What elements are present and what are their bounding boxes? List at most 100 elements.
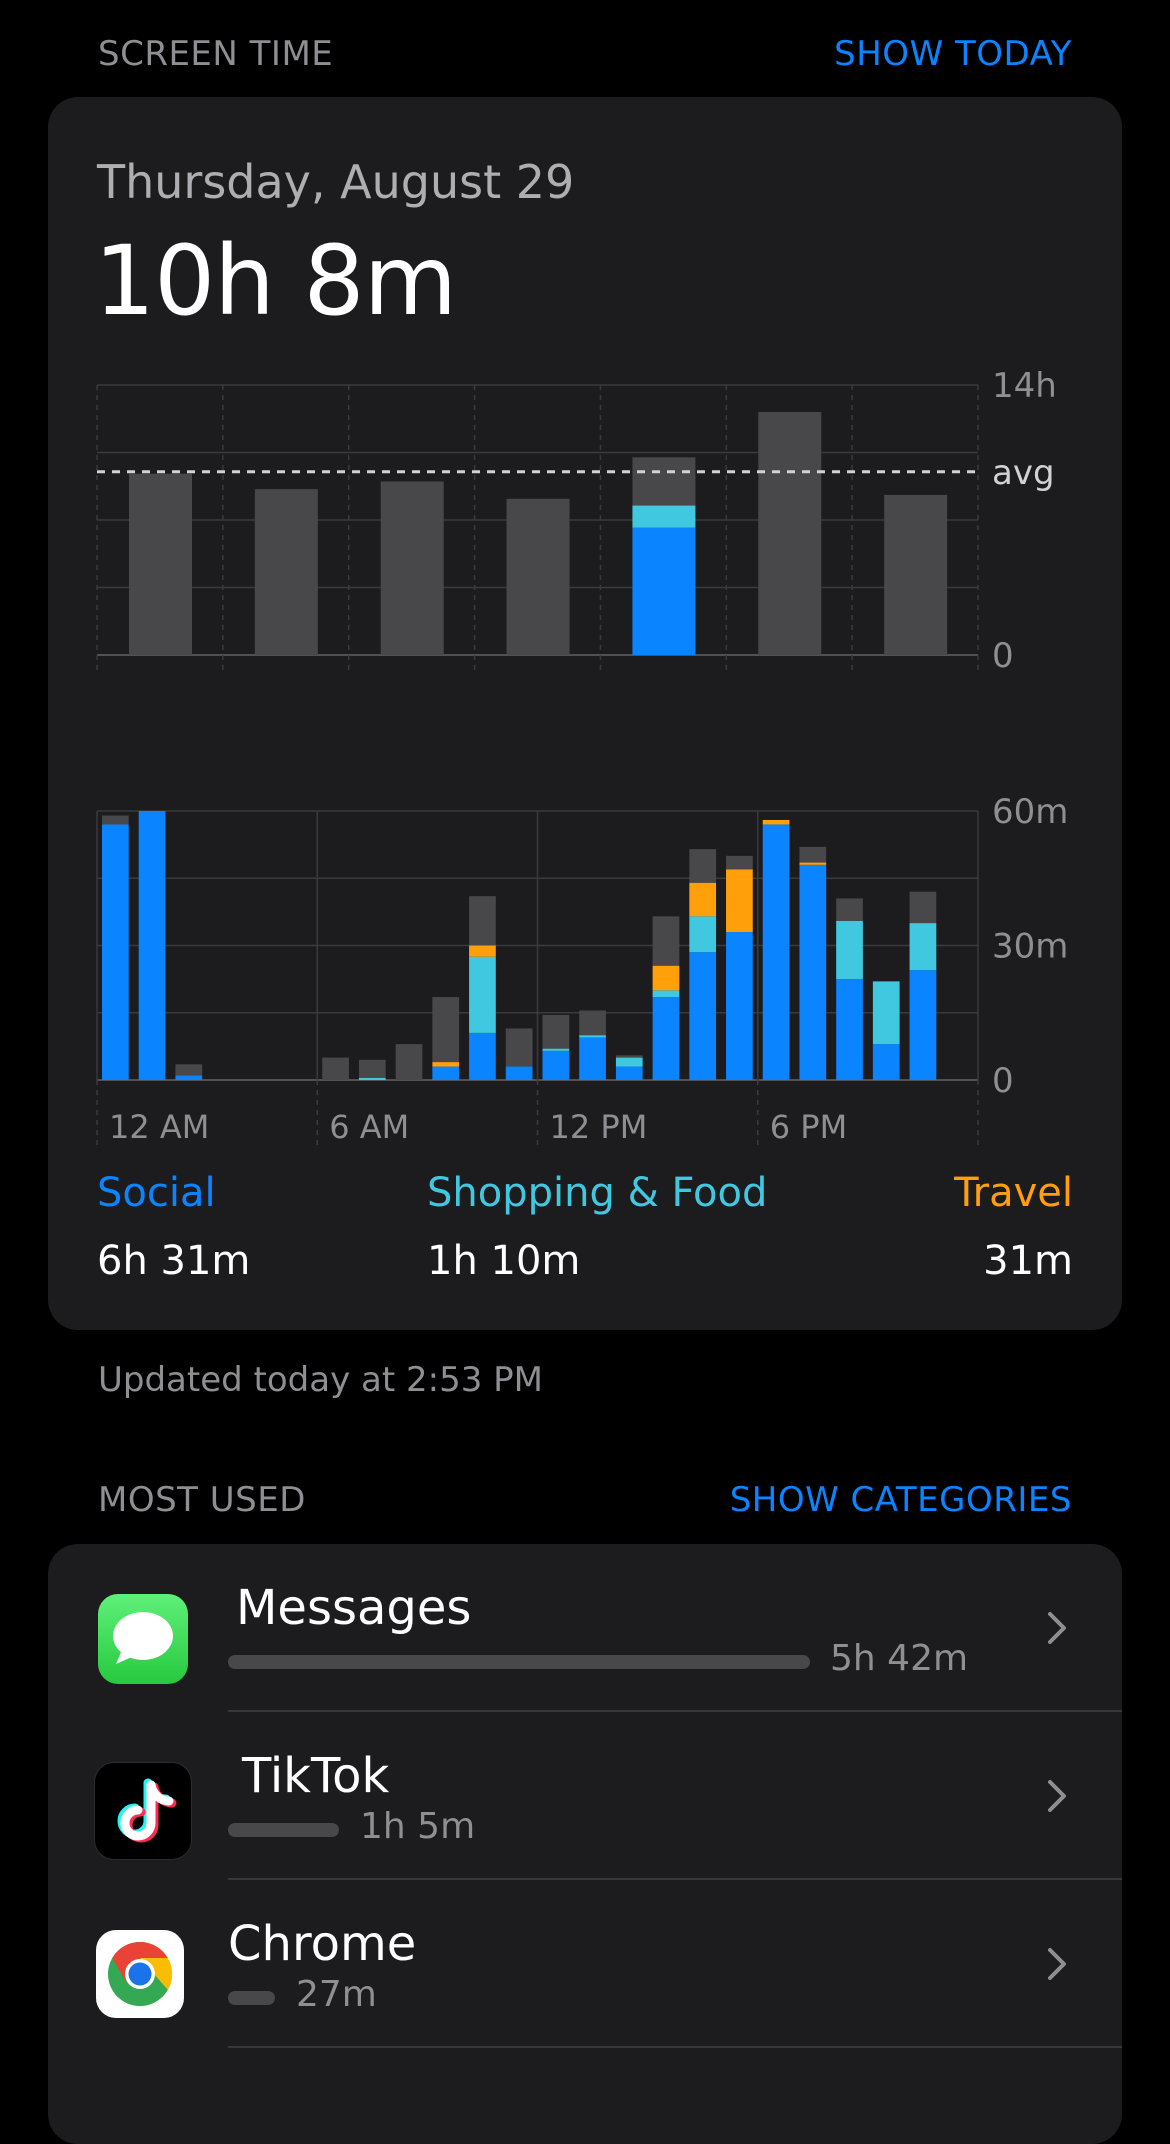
app-row-tiktok[interactable]: TikTok 1h 5m (48, 1712, 1122, 1880)
hourly-usage-chart[interactable]: 12 AM 6 AM 12 PM 6 PM 60m 30m 0 (48, 787, 1122, 1147)
bar-segment-shopping (632, 505, 696, 528)
bar-segment-social (102, 824, 129, 1080)
bar-segment-shopping (836, 920, 863, 980)
bar-segment-social (652, 997, 680, 1080)
chevron-right-icon (1048, 1612, 1066, 1644)
average-label: avg (992, 453, 1055, 493)
x-tick-label: 12 PM (550, 1108, 648, 1146)
most-used-header: MOST USED SHOW CATEGORIES (98, 1478, 1072, 1522)
bar-segment-shopping (909, 923, 937, 971)
bar-segment-social (632, 527, 696, 655)
bar-segment-other (469, 896, 496, 946)
bar-segment-social (579, 1037, 606, 1080)
y-tick-label: 0 (992, 636, 1014, 672)
bar-segment-other (615, 1055, 643, 1058)
bar-segment-other (726, 855, 753, 870)
bar-segment-travel (689, 882, 717, 917)
bar-segment-travel (762, 819, 790, 825)
usage-time: 1h 5m (360, 1806, 476, 1847)
bar-segment-other (432, 997, 460, 1063)
bar-segment-travel (432, 1062, 460, 1067)
tiktok-icon (94, 1762, 192, 1860)
bar-segment-social (689, 952, 717, 1080)
category-time: 31m (983, 1238, 1073, 1284)
messages-icon (98, 1594, 188, 1684)
bar-segment-social (909, 970, 937, 1080)
category-social: Social 6h 31m (97, 1170, 250, 1284)
bar-segment-other (175, 1064, 203, 1076)
bar-segment-travel (469, 945, 496, 957)
bar-segment-other (380, 481, 444, 655)
bar-segment-social (469, 1032, 496, 1080)
usage-time: 27m (296, 1974, 377, 2015)
bar-segment-travel (726, 869, 753, 933)
category-shopping-food: Shopping & Food 1h 10m (427, 1170, 767, 1284)
bar-segment-social (432, 1066, 460, 1080)
bar-segment-shopping (542, 1048, 570, 1051)
usage-bar (228, 1823, 339, 1837)
bar-segment-shopping (358, 1077, 386, 1080)
bar-segment-other (884, 494, 948, 655)
bar-segment-social (726, 932, 753, 1080)
bar-segment-shopping (469, 956, 496, 1033)
screen-time-header: SCREEN TIME SHOW TODAY (98, 32, 1072, 76)
app-name: Chrome (228, 1916, 417, 1972)
usage-time: 5h 42m (830, 1638, 969, 1679)
bar-segment-shopping (689, 916, 717, 953)
total-screen-time: 10h 8m (94, 225, 457, 337)
bar-segment-social (542, 1050, 570, 1080)
category-name: Shopping & Food (427, 1170, 768, 1216)
bar-segment-social (836, 979, 863, 1080)
most-used-list: Messages 5h 42m TikTok 1h 5m Chrome 27m (48, 1544, 1122, 2144)
bar-segment-social (799, 864, 827, 1080)
bar-segment-other (506, 498, 570, 655)
y-tick-label: 0 (992, 1061, 1014, 1101)
bar-segment-other (358, 1059, 386, 1078)
bar-segment-travel (799, 862, 827, 865)
chrome-icon (96, 1930, 184, 2018)
bar-segment-travel (652, 965, 680, 991)
app-name: Messages (236, 1580, 472, 1636)
category-time: 6h 31m (97, 1238, 251, 1284)
bar-segment-other (799, 846, 827, 863)
app-row-chrome[interactable]: Chrome 27m (48, 1880, 1122, 2048)
y-tick-label: 14h (992, 366, 1057, 406)
bar-segment-other (689, 849, 717, 883)
bar-segment-shopping (579, 1035, 606, 1038)
x-tick-label: 6 AM (329, 1108, 409, 1146)
bar-segment-social (615, 1066, 643, 1080)
category-time: 1h 10m (427, 1238, 581, 1284)
app-row-messages[interactable]: Messages 5h 42m (48, 1544, 1122, 1712)
bar-segment-social (872, 1044, 900, 1080)
bar-segment-shopping (615, 1057, 643, 1067)
bar-segment-social (505, 1066, 533, 1080)
y-tick-label: 60m (992, 792, 1068, 832)
chevron-right-icon (1048, 1948, 1066, 1980)
bar-segment-other (322, 1057, 349, 1080)
usage-bar (228, 1991, 275, 2005)
x-tick-label: 6 PM (770, 1108, 847, 1146)
bar-segment-other (505, 1028, 533, 1067)
bar-segment-social (175, 1075, 203, 1080)
bar-segment-other (758, 412, 822, 655)
weekly-usage-chart[interactable]: SMTWTFSavg14h0 (48, 352, 1122, 672)
row-divider (228, 2046, 1122, 2048)
show-categories-button[interactable]: SHOW CATEGORIES (730, 1480, 1072, 1520)
usage-bar (228, 1655, 810, 1669)
show-today-button[interactable]: SHOW TODAY (834, 34, 1072, 74)
bar-segment-other (632, 457, 696, 506)
bar-segment-other (129, 473, 192, 655)
bar-segment-other (579, 1010, 606, 1036)
section-title: MOST USED (98, 1480, 306, 1520)
summary-date: Thursday, August 29 (97, 155, 575, 209)
bar-segment-shopping (872, 981, 900, 1045)
bar-segment-other (254, 489, 318, 655)
section-title: SCREEN TIME (98, 34, 334, 74)
summary-card[interactable]: Thursday, August 29 10h 8m SMTWTFSavg14h… (48, 97, 1122, 1330)
bar-segment-other (542, 1014, 570, 1049)
bar-segment-social (138, 811, 166, 1080)
category-name: Social (97, 1170, 216, 1216)
updated-timestamp: Updated today at 2:53 PM (98, 1360, 543, 1400)
bar-segment-other (836, 898, 863, 921)
bar-segment-shopping (652, 990, 680, 998)
